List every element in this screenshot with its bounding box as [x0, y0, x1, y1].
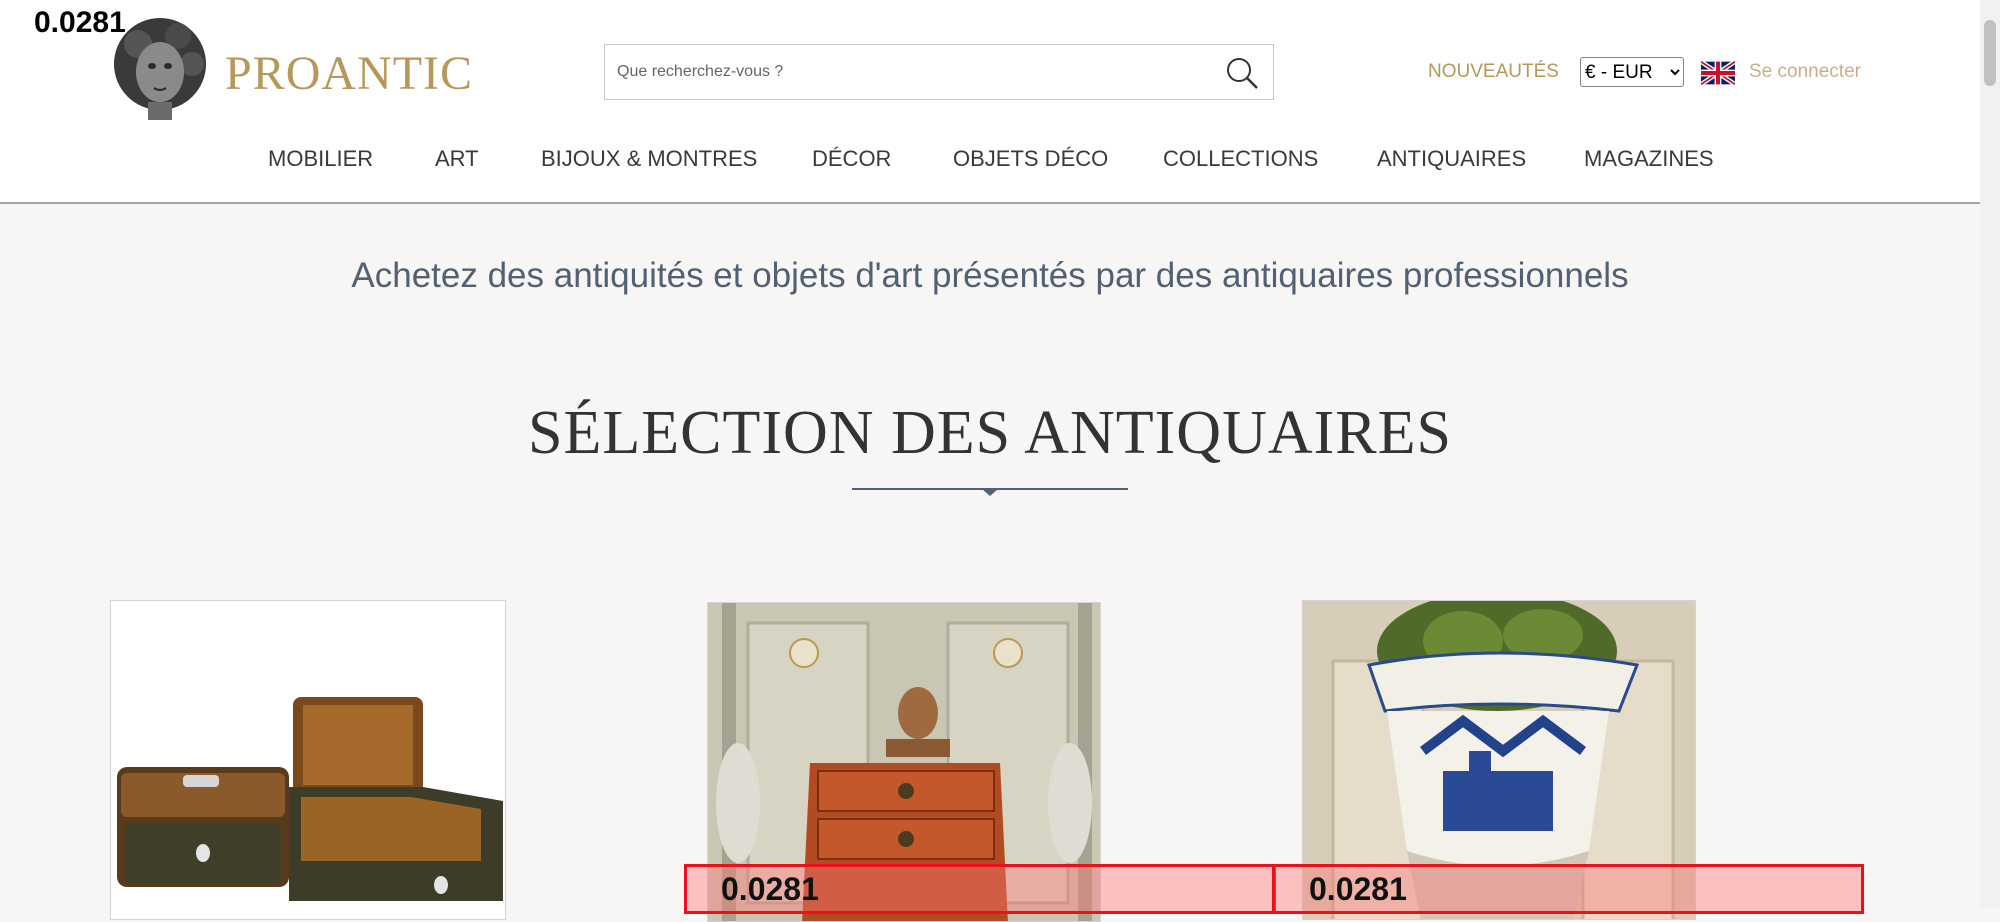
nav-item-antiquaires[interactable]: ANTIQUAIRES	[1377, 146, 1526, 172]
nav-item-decor[interactable]: DÉCOR	[812, 146, 891, 172]
page-scrollbar[interactable]	[1980, 0, 2000, 908]
overlay-box-2: 0.0281	[1272, 864, 1864, 914]
logo-text[interactable]: PROANTIC	[225, 46, 473, 101]
search-box	[604, 44, 1274, 100]
overlay-label-1: 0.0281	[721, 871, 819, 907]
nav-item-collections[interactable]: COLLECTIONS	[1163, 146, 1318, 172]
score-label: 0.0281	[34, 6, 126, 39]
overlay-label-2: 0.0281	[1309, 871, 1407, 907]
currency-select[interactable]: € - EUR	[1580, 57, 1684, 87]
uk-flag-icon[interactable]	[1701, 61, 1735, 85]
search-input[interactable]	[605, 45, 1229, 99]
product-card-1[interactable]	[110, 600, 506, 920]
tagline: Achetez des antiquités et objets d'art p…	[351, 256, 1629, 295]
section-title: SÉLECTION DES ANTIQUAIRES	[528, 399, 1452, 467]
login-link[interactable]: Se connecter	[1749, 61, 1861, 83]
nav-item-mobilier[interactable]: MOBILIER	[268, 146, 373, 172]
site-header: 0.0281 PROANTIC NOUVEAUTÉS € - EUR Se co…	[0, 0, 1980, 204]
scrollbar-thumb[interactable]	[1984, 20, 1996, 86]
main-nav: MOBILIER ART BIJOUX & MONTRES DÉCOR OBJE…	[0, 146, 1980, 182]
overlay-box-1: 0.0281	[684, 864, 1276, 914]
search-icon[interactable]	[1225, 56, 1259, 90]
nav-item-art[interactable]: ART	[435, 146, 479, 172]
marquetry-boxes-image	[111, 601, 505, 919]
title-divider	[852, 488, 1128, 496]
nav-item-magazines[interactable]: MAGAZINES	[1584, 146, 1714, 172]
nav-item-bijoux-montres[interactable]: BIJOUX & MONTRES	[541, 146, 757, 172]
nav-item-objets-deco[interactable]: OBJETS DÉCO	[953, 146, 1108, 172]
nouveautes-link[interactable]: NOUVEAUTÉS	[1428, 61, 1559, 83]
